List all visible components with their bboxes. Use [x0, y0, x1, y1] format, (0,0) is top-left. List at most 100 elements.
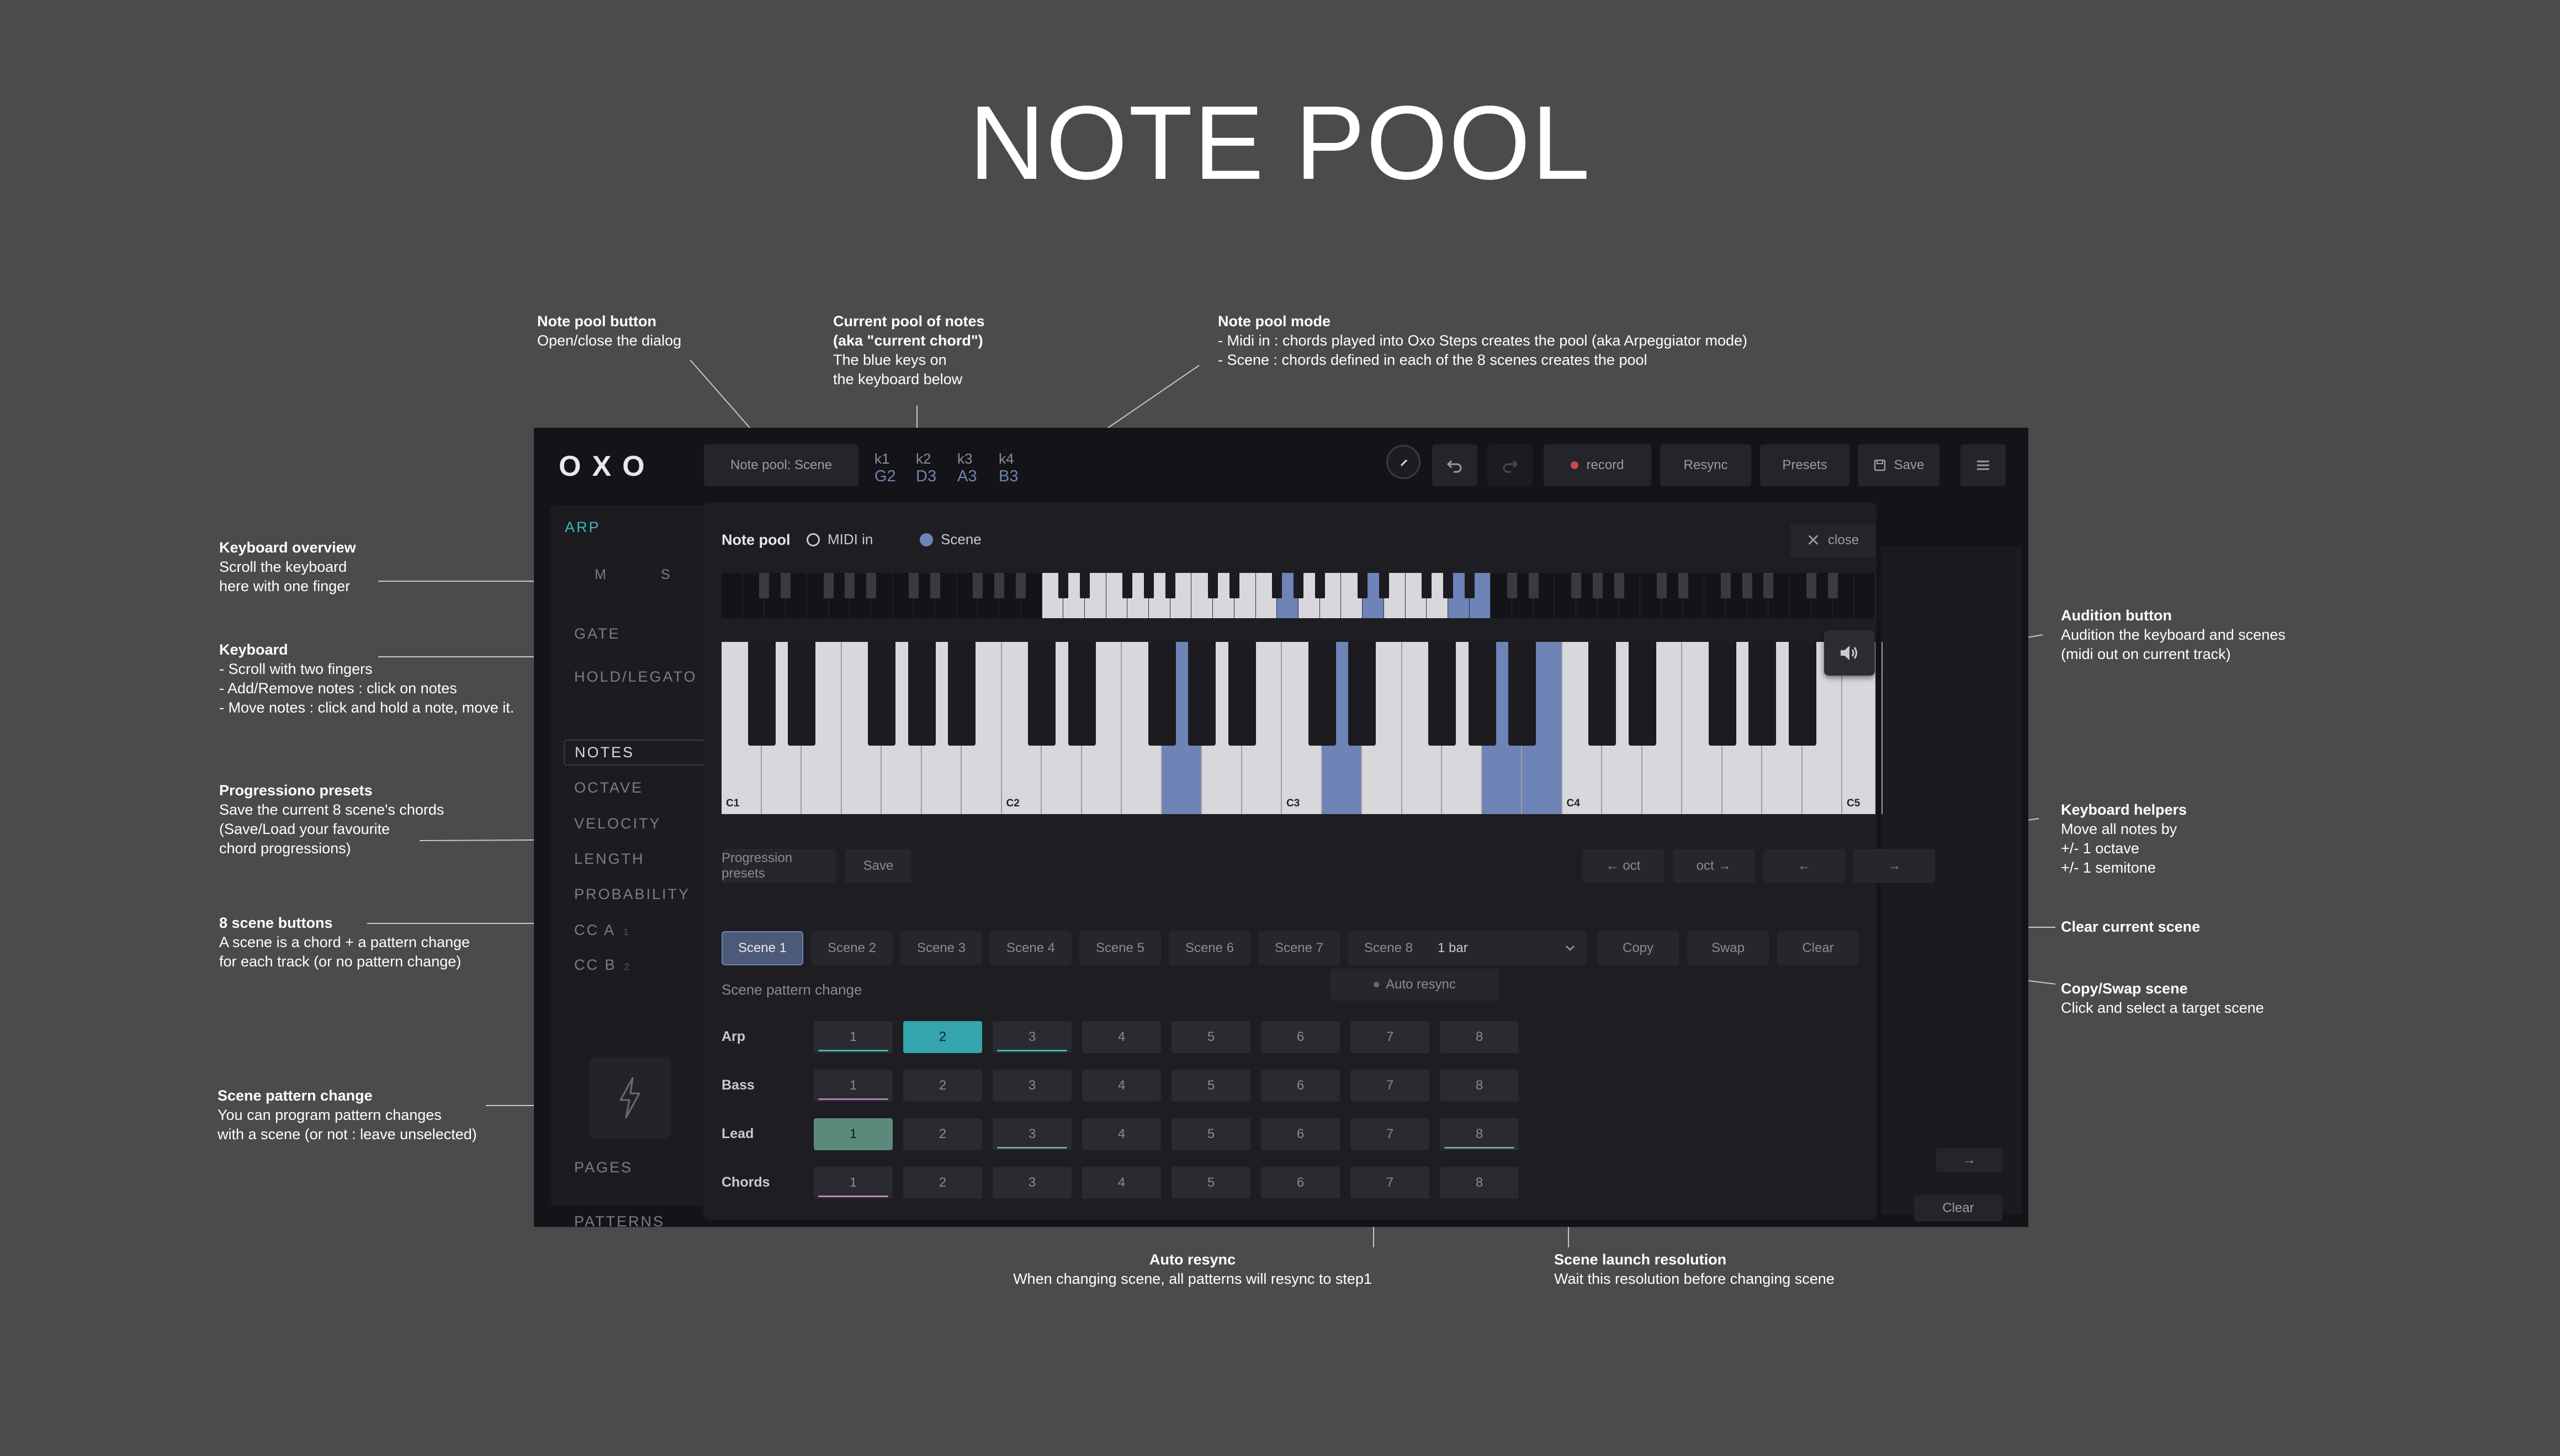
- pattern-cell-bass-2[interactable]: 2: [903, 1070, 982, 1102]
- sidebar-item-hold-legato[interactable]: HOLD/LEGATO: [574, 668, 697, 686]
- mode-scene-radio[interactable]: Scene: [920, 531, 982, 548]
- sidebar-track-arp[interactable]: ARP: [565, 519, 601, 536]
- swap-scene-button[interactable]: Swap: [1687, 931, 1769, 965]
- keyboard[interactable]: C1 C2 C3 C4 C5: [722, 642, 1883, 814]
- pattern-cell-arp-8[interactable]: 8: [1440, 1021, 1519, 1053]
- pattern-cell-lead-6[interactable]: 6: [1261, 1118, 1340, 1150]
- pattern-cell-bass-5[interactable]: 5: [1172, 1070, 1250, 1102]
- black-key[interactable]: [1588, 642, 1616, 746]
- black-key[interactable]: [1508, 642, 1536, 746]
- sidebar-item-probability[interactable]: PROBABILITY: [574, 886, 690, 903]
- menu-button[interactable]: [1960, 444, 2006, 486]
- pattern-cell-lead-4[interactable]: 4: [1082, 1118, 1161, 1150]
- solo-button[interactable]: S: [661, 567, 670, 583]
- black-key[interactable]: [1708, 642, 1736, 746]
- pattern-cell-chords-6[interactable]: 6: [1261, 1167, 1340, 1199]
- copy-scene-button[interactable]: Copy: [1597, 931, 1679, 965]
- pattern-cell-arp-3[interactable]: 3: [993, 1021, 1072, 1053]
- black-key[interactable]: [1188, 642, 1216, 746]
- save-button[interactable]: Save: [1858, 444, 1939, 486]
- black-key[interactable]: [1468, 642, 1496, 746]
- pattern-cell-lead-2[interactable]: 2: [903, 1118, 982, 1150]
- sidebar-item-patterns[interactable]: PATTERNS: [574, 1213, 665, 1227]
- sidebar-item-cc-b[interactable]: CC B2: [574, 957, 629, 974]
- pattern-cell-lead-7[interactable]: 7: [1350, 1118, 1429, 1150]
- black-key[interactable]: [1628, 642, 1656, 746]
- sidebar-item-pages[interactable]: PAGES: [574, 1159, 633, 1176]
- pattern-cell-bass-3[interactable]: 3: [993, 1070, 1072, 1102]
- auto-resync-button[interactable]: Auto resync: [1330, 969, 1499, 1001]
- scene-button-6[interactable]: Scene 6: [1169, 931, 1250, 965]
- mute-button[interactable]: M: [595, 567, 606, 583]
- sidebar-item-cc-a[interactable]: CC A1: [574, 922, 629, 939]
- right-panel-arrow-button[interactable]: →: [1936, 1148, 2002, 1172]
- pattern-cell-chords-7[interactable]: 7: [1350, 1167, 1429, 1199]
- scene-button-7[interactable]: Scene 7: [1258, 931, 1340, 965]
- pattern-cell-chords-2[interactable]: 2: [903, 1167, 982, 1199]
- pattern-cell-lead-3[interactable]: 3: [993, 1118, 1072, 1150]
- pattern-cell-arp-1[interactable]: 1: [814, 1021, 893, 1053]
- black-key[interactable]: [1348, 642, 1376, 746]
- resolution-select[interactable]: 1 bar: [1427, 931, 1587, 965]
- sidebar-item-octave[interactable]: OCTAVE: [574, 779, 643, 796]
- pattern-cell-arp-5[interactable]: 5: [1172, 1021, 1250, 1053]
- semitone-up-button[interactable]: →: [1853, 849, 1935, 883]
- black-key[interactable]: [1148, 642, 1176, 746]
- pattern-cell-lead-1[interactable]: 1: [814, 1118, 893, 1150]
- black-key[interactable]: [1748, 642, 1776, 746]
- pattern-cell-chords-4[interactable]: 4: [1082, 1167, 1161, 1199]
- sidebar-item-gate[interactable]: GATE: [574, 625, 621, 642]
- redo-button[interactable]: [1487, 444, 1533, 486]
- mode-midi-in-radio[interactable]: MIDI in: [807, 531, 873, 548]
- semitone-down-button[interactable]: ←: [1763, 849, 1845, 883]
- audition-button[interactable]: [1824, 630, 1875, 676]
- pattern-cell-lead-8[interactable]: 8: [1440, 1118, 1519, 1150]
- black-key[interactable]: [868, 642, 895, 746]
- scene-button-1[interactable]: Scene 1: [722, 931, 803, 965]
- pattern-cell-chords-1[interactable]: 1: [814, 1167, 893, 1199]
- pattern-cell-arp-6[interactable]: 6: [1261, 1021, 1340, 1053]
- black-key[interactable]: [1228, 642, 1256, 746]
- black-key[interactable]: [908, 642, 936, 746]
- pattern-cell-bass-1[interactable]: 1: [814, 1070, 893, 1102]
- pattern-cell-bass-8[interactable]: 8: [1440, 1070, 1519, 1102]
- pattern-cell-bass-6[interactable]: 6: [1261, 1070, 1340, 1102]
- pattern-cell-bass-4[interactable]: 4: [1082, 1070, 1161, 1102]
- scene-button-4[interactable]: Scene 4: [990, 931, 1072, 965]
- progression-save-button[interactable]: Save: [845, 849, 911, 883]
- black-key[interactable]: [1028, 642, 1056, 746]
- scene-button-3[interactable]: Scene 3: [900, 931, 982, 965]
- black-key[interactable]: [1788, 642, 1816, 746]
- black-key[interactable]: [1428, 642, 1456, 746]
- close-button[interactable]: ✕ close: [1790, 523, 1875, 557]
- clear-scene-button[interactable]: Clear: [1777, 931, 1859, 965]
- tempo-dial[interactable]: [1386, 445, 1421, 479]
- progression-presets-button[interactable]: Progression presets: [722, 849, 836, 883]
- black-key[interactable]: [748, 642, 776, 746]
- record-button[interactable]: record: [1544, 444, 1651, 486]
- keyboard-overview[interactable]: [722, 573, 1875, 618]
- black-key[interactable]: [948, 642, 976, 746]
- pattern-cell-lead-5[interactable]: 5: [1172, 1118, 1250, 1150]
- lightning-button[interactable]: [589, 1057, 671, 1139]
- pattern-cell-bass-7[interactable]: 7: [1350, 1070, 1429, 1102]
- sidebar-item-notes[interactable]: NOTES: [564, 740, 704, 766]
- scene-button-5[interactable]: Scene 5: [1079, 931, 1161, 965]
- pattern-cell-arp-2[interactable]: 2: [903, 1021, 982, 1053]
- sidebar-item-length[interactable]: LENGTH: [574, 851, 645, 868]
- resync-button[interactable]: Resync: [1660, 444, 1751, 486]
- black-key[interactable]: [1308, 642, 1336, 746]
- black-key[interactable]: [1068, 642, 1096, 746]
- pattern-cell-arp-7[interactable]: 7: [1350, 1021, 1429, 1053]
- undo-button[interactable]: [1432, 444, 1477, 486]
- pattern-cell-arp-4[interactable]: 4: [1082, 1021, 1161, 1053]
- scene-button-8[interactable]: Scene 8: [1348, 931, 1429, 965]
- pattern-cell-chords-3[interactable]: 3: [993, 1167, 1072, 1199]
- black-key[interactable]: [788, 642, 815, 746]
- right-panel-clear-button[interactable]: Clear: [1914, 1195, 2002, 1221]
- sidebar-item-velocity[interactable]: VELOCITY: [574, 815, 661, 832]
- note-pool-button[interactable]: Note pool: Scene: [704, 444, 858, 486]
- pattern-cell-chords-5[interactable]: 5: [1172, 1167, 1250, 1199]
- octave-down-button[interactable]: ← oct: [1582, 849, 1664, 883]
- pattern-cell-chords-8[interactable]: 8: [1440, 1167, 1519, 1199]
